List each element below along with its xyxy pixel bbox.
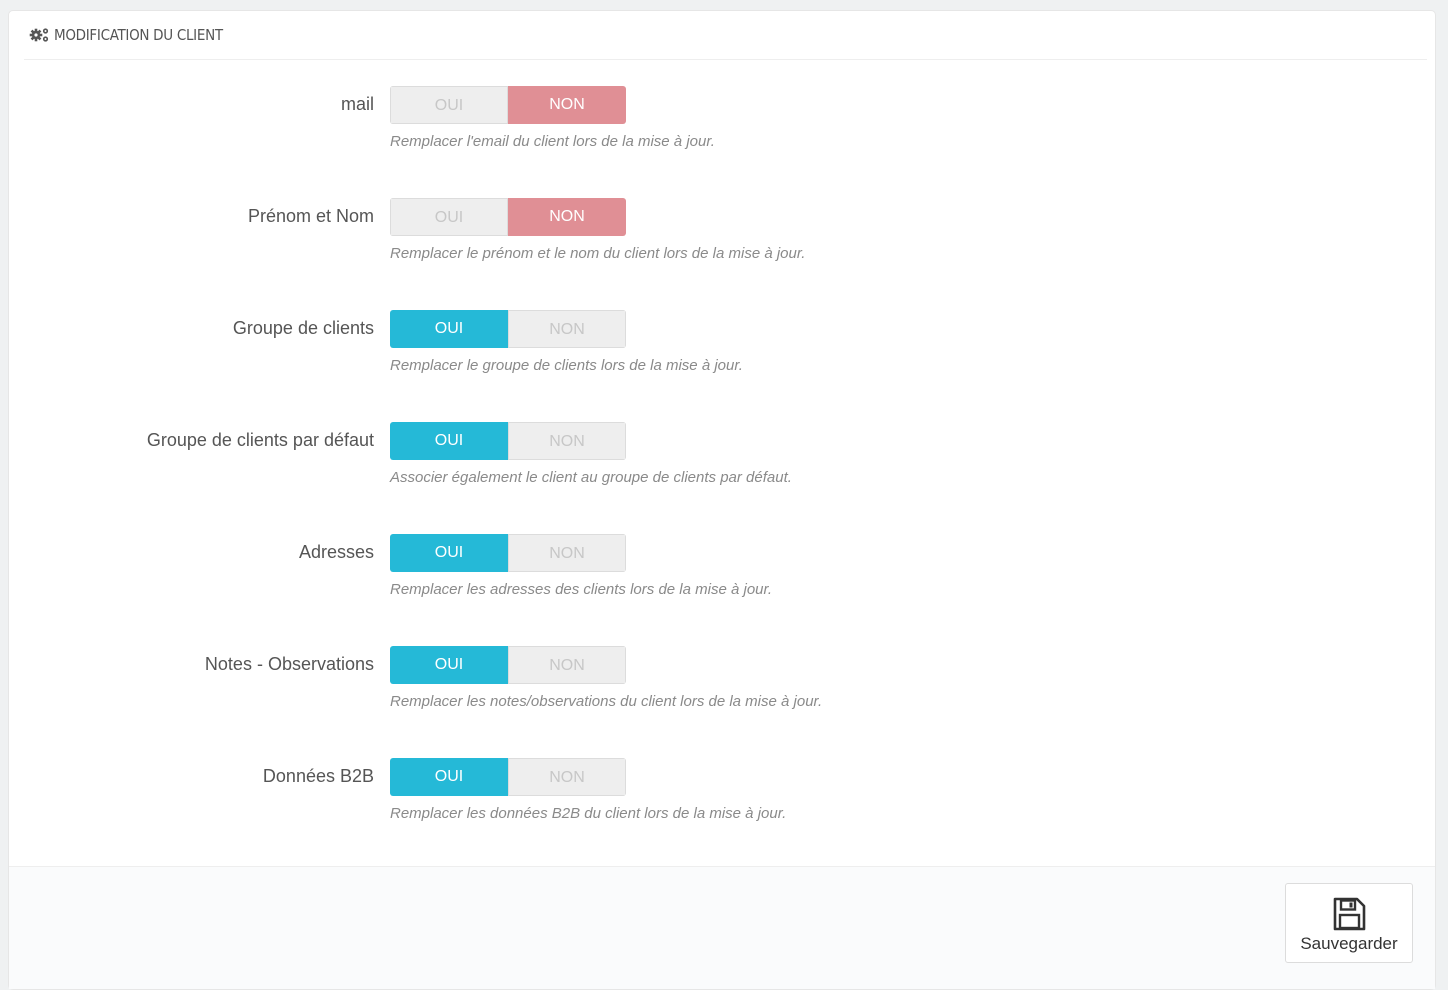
cogs-icon [29,28,49,42]
switch-option-no[interactable]: NON [508,422,626,460]
switch-option-yes[interactable]: OUI [390,310,508,348]
field-help-text: Remplacer le prénom et le nom du client … [390,245,806,262]
save-button[interactable]: Sauvegarder [1285,883,1413,963]
field-label: Groupe de clients [232,318,374,338]
field-label: Données B2B [262,766,374,786]
form-row: mail OUI NON Remplacer l'email du client lo… [9,86,1435,166]
yes-no-switch: OUI NON [390,422,626,460]
form-row: Groupe de clients OUI NON Remplacer le grou… [9,310,1435,390]
field-help-text: Remplacer les données B2B du client lors… [390,805,787,822]
field-label: Prénom et Nom [247,206,374,226]
yes-no-switch: OUI NON [390,646,626,684]
form-row: Notes - Observations OUI NON Remplacer les … [9,646,1435,726]
floppy-disk-icon [1333,897,1366,931]
field-label: Groupe de clients par défaut [146,430,374,450]
field-label: Notes - Observations [204,654,374,674]
switch-option-yes[interactable]: OUI [390,198,508,236]
save-button-label: Sauvegarder [1300,934,1398,953]
panel-title: MODIFICATION DU CLIENT [54,26,223,44]
switch-option-no[interactable]: NON [508,646,626,684]
field-label: mail [340,94,374,114]
switch-option-yes[interactable]: OUI [390,758,508,796]
yes-no-switch: OUI NON [390,534,626,572]
switch-option-yes[interactable]: OUI [390,86,508,124]
yes-no-switch: OUI NON [390,86,626,124]
switch-option-yes[interactable]: OUI [390,534,508,572]
field-help-text: Remplacer le groupe de clients lors de l… [390,357,743,374]
field-label: Adresses [298,542,374,562]
field-help-text: Associer également le client au groupe d… [390,469,792,486]
switch-option-no[interactable]: NON [508,198,626,236]
switch-option-no[interactable]: NON [508,534,626,572]
field-help-text: Remplacer les notes/observations du clie… [390,693,823,710]
yes-no-switch: OUI NON [390,198,626,236]
yes-no-switch: OUI NON [390,758,626,796]
form-row: Prénom et Nom OUI NON Remplacer le prénom e… [9,198,1435,278]
form-row: Adresses OUI NON Remplacer les adresses des… [9,534,1435,614]
customer-edit-panel: MODIFICATION DU CLIENT mail OUI NON Remplac… [8,10,1436,990]
switch-option-no[interactable]: NON [508,758,626,796]
switch-option-yes[interactable]: OUI [390,422,508,460]
field-help-text: Remplacer les adresses des clients lors … [390,581,773,598]
switch-option-no[interactable]: NON [508,310,626,348]
field-help-text: Remplacer l'email du client lors de la m… [390,133,715,150]
panel-footer: Sauvegarder [9,866,1435,989]
form-row: Données B2B OUI NON Remplacer les données B… [9,758,1435,838]
switch-option-yes[interactable]: OUI [390,646,508,684]
yes-no-switch: OUI NON [390,310,626,348]
switch-option-no[interactable]: NON [508,86,626,124]
panel-heading: MODIFICATION DU CLIENT [24,11,1427,60]
form-row: Groupe de clients par défaut OUI NON Associ… [9,422,1435,502]
